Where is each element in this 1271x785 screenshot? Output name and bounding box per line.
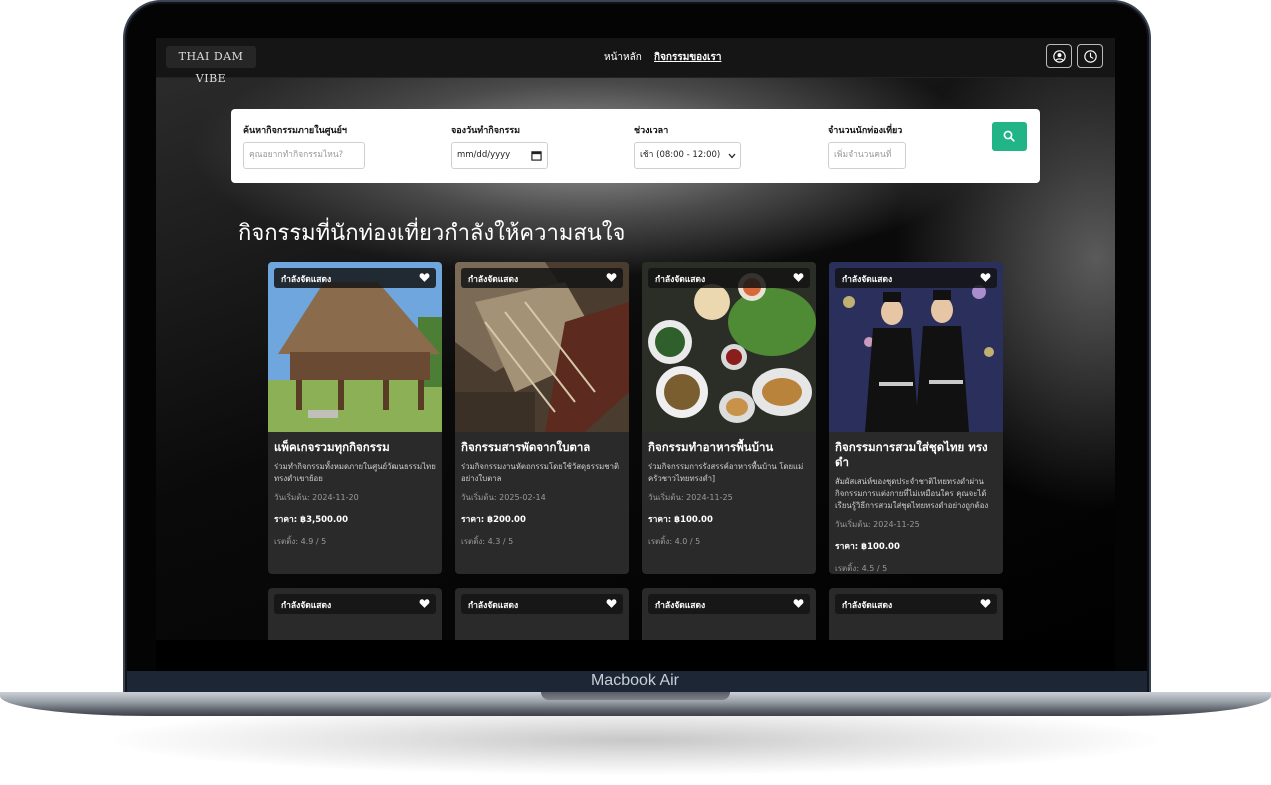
heart-icon[interactable]	[419, 598, 430, 609]
visitors-input[interactable]: เพิ่มจำนวนคนที่	[828, 142, 906, 169]
device-mockup: THAI DAM VIBE หน้าหลัก กิจกรรมของเรา ค้น…	[0, 0, 1271, 785]
status-badge: กำลังจัดแสดง	[274, 268, 436, 288]
time-select[interactable]: เช้า (08:00 - 12:00)	[634, 142, 741, 169]
activity-card[interactable]: กำลังจัดแสดง แพ็คเกจรวมทุกกิจกรรม ร่วมทำ…	[268, 262, 442, 574]
status-badge-text: กำลังจัดแสดง	[281, 601, 332, 611]
card-price: ราคา: ฿200.00	[461, 515, 526, 525]
status-badge-text: กำลังจัดแสดง	[468, 601, 519, 611]
heart-icon[interactable]	[606, 598, 617, 609]
date-group: จองวันทำกิจกรรม mm/dd/yyyy	[451, 123, 621, 169]
activity-card[interactable]: กำลังจัดแสดง	[829, 588, 1003, 648]
activity-card[interactable]: กำลังจัดแสดง	[642, 588, 816, 648]
status-badge-text: กำลังจัดแสดง	[842, 601, 893, 611]
clock-icon	[1084, 50, 1097, 63]
card-body: แพ็คเกจรวมทุกกิจกรรม ร่วมทำกิจกรรมทั้งหม…	[274, 440, 438, 548]
activity-card[interactable]: กำลังจัดแสดง	[268, 588, 442, 648]
card-body: กิจกรรมสารพัดจากใบตาล ร่วมกิจกรรมงานหัตถ…	[461, 440, 625, 548]
activity-card[interactable]: กำลังจัดแสดง กิจกรรมการสวมใส่ชุดไทย ทรงด…	[829, 262, 1003, 574]
activity-card[interactable]: กำลังจัดแสดง กิจกรรมทำอาหารพื้นบ้าน ร่วม…	[642, 262, 816, 574]
card-start-date: วันเริ่มต้น: 2024-11-20	[274, 493, 359, 502]
search-button[interactable]	[992, 122, 1027, 151]
status-badge: กำลังจัดแสดง	[835, 268, 997, 288]
status-badge: กำลังจัดแสดง	[461, 594, 623, 614]
status-badge-text: กำลังจัดแสดง	[281, 275, 332, 285]
nav-link-activities[interactable]: กิจกรรมของเรา	[654, 52, 721, 63]
nav-link-home[interactable]: หน้าหลัก	[604, 52, 642, 63]
section-title: กิจกรรมที่นักท่องเที่ยวกำลังให้ความสนใจ	[238, 221, 626, 246]
nav-menu: หน้าหลัก กิจกรรมของเรา	[604, 50, 730, 65]
card-title: กิจกรรมทำอาหารพื้นบ้าน	[648, 440, 774, 454]
activity-card[interactable]: กำลังจัดแสดง กิจกรรมสารพัดจากใบตาล ร่วมก…	[455, 262, 629, 574]
heart-icon[interactable]	[980, 272, 991, 283]
card-rating: เรตติ้ง: 4.3 / 5	[461, 537, 514, 546]
laptop-notch	[541, 692, 730, 700]
card-start-date: วันเริ่มต้น: 2024-11-25	[835, 520, 920, 529]
history-button[interactable]	[1077, 44, 1103, 68]
card-description: ร่วมทำกิจกรรมทั้งหมดภายในศูนย์วัฒนธรรมไท…	[274, 462, 436, 483]
date-label: จองวันทำกิจกรรม	[451, 126, 521, 136]
heart-icon[interactable]	[793, 598, 804, 609]
status-badge-text: กำลังจัดแสดง	[842, 275, 893, 285]
status-badge-text: กำลังจัดแสดง	[655, 275, 706, 285]
status-badge: กำลังจัดแสดง	[274, 594, 436, 614]
card-start-date: วันเริ่มต้น: 2024-11-25	[648, 493, 733, 502]
status-badge: กำลังจัดแสดง	[648, 594, 810, 614]
time-select-value: เช้า (08:00 - 12:00)	[640, 150, 721, 160]
time-label: ช่วงเวลา	[634, 126, 669, 136]
card-body: กิจกรรมการสวมใส่ชุดไทย ทรงดำ สัมผัสเสน่ห…	[835, 440, 999, 574]
browser-viewport: THAI DAM VIBE หน้าหลัก กิจกรรมของเรา ค้น…	[156, 38, 1115, 671]
heart-icon[interactable]	[419, 272, 430, 283]
card-price: ราคา: ฿3,500.00	[274, 515, 349, 525]
site-logo[interactable]: THAI DAM VIBE	[166, 46, 256, 85]
date-input-value: mm/dd/yyyy	[457, 150, 511, 160]
card-body: กิจกรรมทำอาหารพื้นบ้าน ร่วมกิจกรรมการรัง…	[648, 440, 812, 548]
card-price: ราคา: ฿100.00	[835, 542, 900, 552]
date-input[interactable]: mm/dd/yyyy	[451, 142, 548, 169]
card-rating: เรตติ้ง: 4.9 / 5	[274, 537, 327, 546]
visitors-group: จำนวนนักท่องเที่ยว เพิ่มจำนวนคนที่	[828, 123, 978, 169]
device-brand-label: Macbook Air	[590, 672, 680, 689]
card-title: กิจกรรมการสวมใส่ชุดไทย ทรงดำ	[835, 440, 988, 469]
heart-icon[interactable]	[793, 272, 804, 283]
top-navbar: THAI DAM VIBE หน้าหลัก กิจกรรมของเรา	[156, 38, 1115, 85]
card-rating: เรตติ้ง: 4.0 / 5	[648, 537, 701, 546]
card-description: ร่วมกิจกรรมการรังสรรค์อาหารพื้นบ้าน โดยแ…	[648, 462, 804, 483]
search-panel: ค้นหากิจกรรมภายในศูนย์ฯ คุณอยากทำกิจกรรม…	[231, 109, 1040, 183]
card-title: แพ็คเกจรวมทุกกิจกรรม	[274, 440, 390, 454]
viewport-bottom	[156, 640, 1115, 671]
status-badge: กำลังจัดแสดง	[835, 594, 997, 614]
time-group: ช่วงเวลา เช้า (08:00 - 12:00)	[634, 123, 814, 169]
heart-icon[interactable]	[980, 598, 991, 609]
card-rating: เรตติ้ง: 4.5 / 5	[835, 564, 888, 573]
profile-button[interactable]	[1046, 44, 1072, 68]
status-badge: กำลังจัดแสดง	[648, 268, 810, 288]
card-start-date: วันเริ่มต้น: 2025-02-14	[461, 493, 546, 502]
status-badge: กำลังจัดแสดง	[461, 268, 623, 288]
card-title: กิจกรรมสารพัดจากใบตาล	[461, 440, 591, 454]
activity-search-input[interactable]: คุณอยากทำกิจกรรมไหน?	[243, 142, 365, 169]
activity-search-label: ค้นหากิจกรรมภายในศูนย์ฯ	[243, 126, 347, 136]
search-icon	[1003, 130, 1015, 142]
visitors-label: จำนวนนักท่องเที่ยว	[828, 126, 903, 136]
activity-search-group: ค้นหากิจกรรมภายในศูนย์ฯ คุณอยากทำกิจกรรม…	[243, 123, 443, 169]
heart-icon[interactable]	[606, 272, 617, 283]
user-circle-icon	[1053, 50, 1066, 63]
card-description: ร่วมกิจกรรมงานหัตถกรรมโดยใช้วัสดุธรรมชาต…	[461, 462, 620, 483]
card-price: ราคา: ฿100.00	[648, 515, 713, 525]
activity-card[interactable]: กำลังจัดแสดง	[455, 588, 629, 648]
status-badge-text: กำลังจัดแสดง	[655, 601, 706, 611]
card-description: สัมผัสเสน่ห์ของชุดประจำชาติไทยทรงดำผ่านก…	[835, 477, 989, 510]
chevron-down-icon	[728, 153, 736, 159]
status-badge-text: กำลังจัดแสดง	[468, 275, 519, 285]
calendar-icon	[531, 151, 542, 161]
